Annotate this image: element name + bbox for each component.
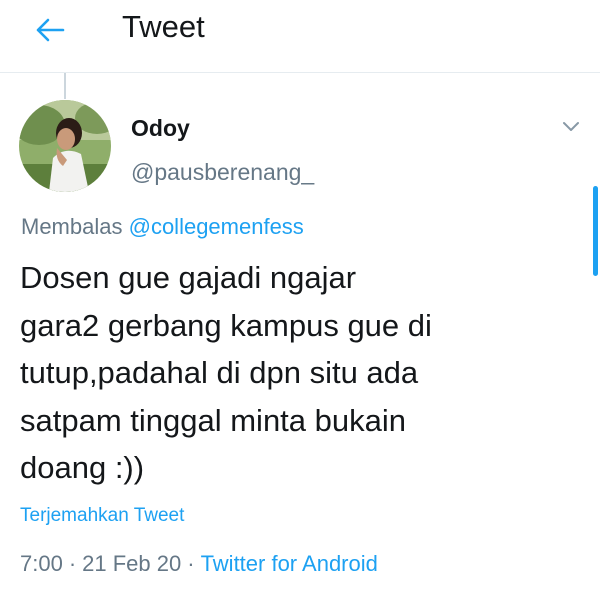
tweet-text: Dosen gue gajadi ngajar gara2 gerbang ka…	[20, 260, 432, 485]
page-title: Tweet	[122, 9, 205, 44]
scrollbar[interactable]	[593, 186, 598, 276]
username[interactable]: @pausberenang_	[131, 158, 314, 186]
tweet-detail-screen: Tweet Odoy @pausberenang_ Membalas @coll…	[0, 0, 600, 600]
display-name[interactable]: Odoy	[131, 114, 190, 142]
top-app-bar: Tweet	[0, 0, 600, 73]
translate-tweet-link[interactable]: Terjemahkan Tweet	[20, 504, 184, 528]
chevron-down-icon	[563, 122, 579, 131]
tweet-options-button[interactable]	[556, 112, 586, 142]
avatar-photo	[19, 100, 111, 192]
back-button[interactable]	[30, 10, 70, 50]
thread-connector-line	[64, 73, 66, 99]
arrow-left-icon	[36, 18, 65, 42]
tweet-date[interactable]: 21 Feb 20	[82, 551, 181, 576]
avatar[interactable]	[19, 100, 111, 192]
reply-prefix: Membalas	[21, 214, 123, 239]
reply-to-handle[interactable]: @collegemenfess	[129, 214, 304, 239]
reply-context: Membalas @collegemenfess	[21, 213, 304, 241]
tweet-source-link[interactable]: Twitter for Android	[201, 551, 378, 576]
tweet-time: 7:00	[20, 551, 63, 576]
separator: ·	[187, 551, 195, 576]
tweet-metadata: 7:00 · 21 Feb 20 · Twitter for Android	[20, 550, 378, 578]
separator: ·	[68, 551, 77, 576]
